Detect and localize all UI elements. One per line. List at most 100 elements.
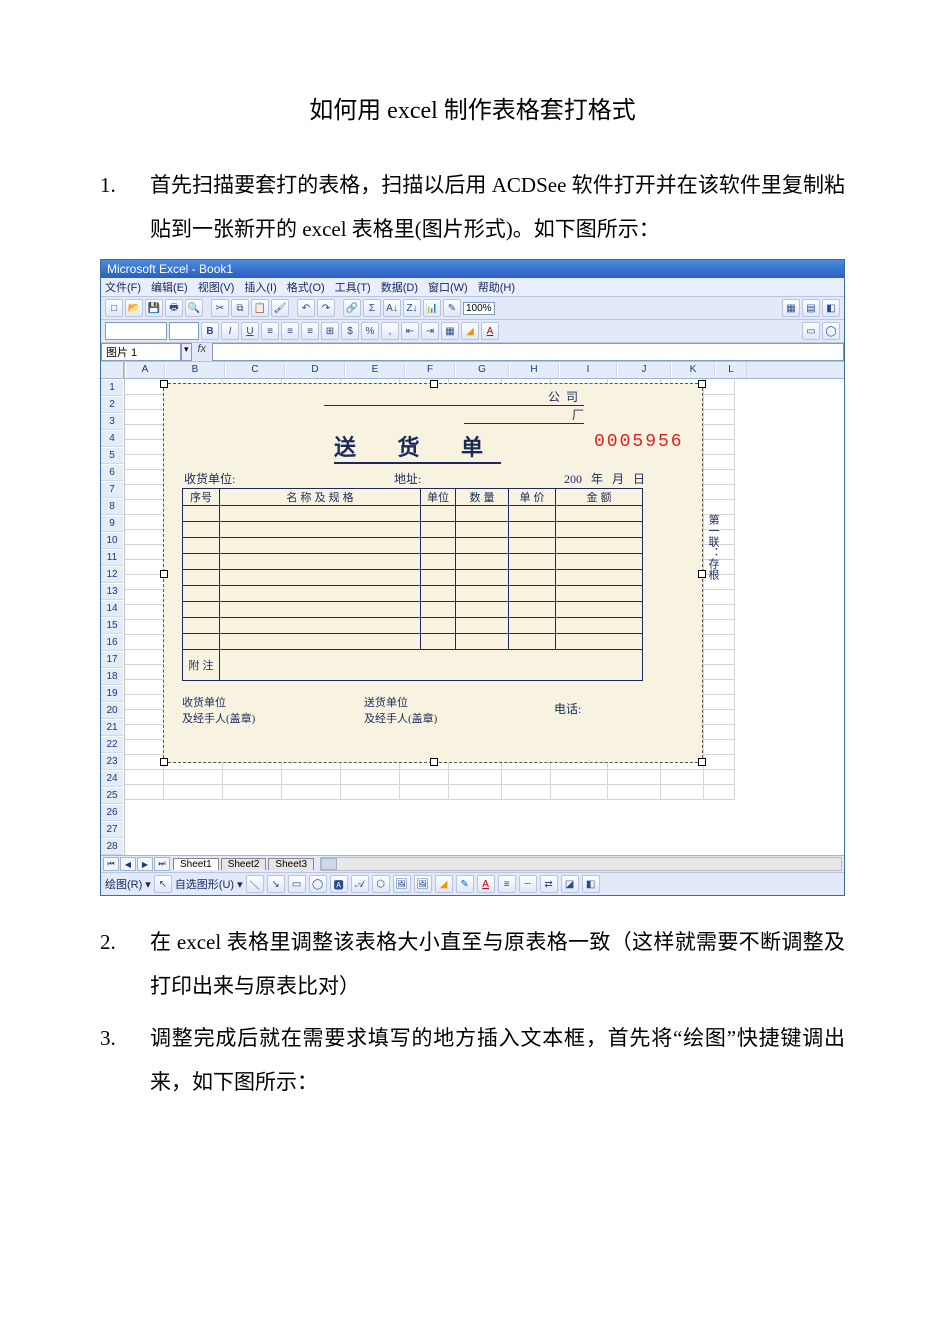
tab-sheet2[interactable]: Sheet2 (221, 858, 267, 870)
col-header-F[interactable]: F (405, 362, 455, 378)
row-header-27[interactable]: 27 (101, 821, 123, 838)
row-header-4[interactable]: 4 (101, 430, 123, 447)
drawing-toggle-icon[interactable]: ✎ (443, 299, 461, 317)
align-center-icon[interactable]: ≡ (281, 322, 299, 340)
row-header-2[interactable]: 2 (101, 396, 123, 413)
merge-icon[interactable]: ⊞ (321, 322, 339, 340)
extra2-icon-2[interactable]: ◯ (822, 322, 840, 340)
horizontal-scrollbar[interactable] (320, 857, 842, 871)
align-left-icon[interactable]: ≡ (261, 322, 279, 340)
save-icon[interactable]: 💾 (145, 299, 163, 317)
picture-icon[interactable]: 🖼 (414, 875, 432, 893)
row-header-23[interactable]: 23 (101, 753, 123, 770)
extra-icon-1[interactable]: ▦ (782, 299, 800, 317)
row-header-26[interactable]: 26 (101, 804, 123, 821)
menu-bar[interactable]: 文件(F) 编辑(E) 视图(V) 插入(I) 格式(O) 工具(T) 数据(D… (101, 278, 844, 297)
clipart-icon[interactable]: 🖼 (393, 875, 411, 893)
name-box[interactable]: 图片 1 (101, 343, 181, 361)
col-header-J[interactable]: J (617, 362, 671, 378)
font-size-box[interactable] (169, 322, 199, 340)
fill-color-draw-icon[interactable]: ◢ (435, 875, 453, 893)
row-header-6[interactable]: 6 (101, 464, 123, 481)
col-header-H[interactable]: H (509, 362, 559, 378)
select-objects-icon[interactable]: ↖ (154, 875, 172, 893)
extra2-icon-1[interactable]: ▭ (802, 322, 820, 340)
tab-nav-last-icon[interactable]: ⏭ (154, 857, 170, 871)
diagram-icon[interactable]: ⬡ (372, 875, 390, 893)
menu-edit[interactable]: 编辑(E) (151, 279, 188, 295)
tab-nav-next-icon[interactable]: ▶ (137, 857, 153, 871)
row-header-11[interactable]: 11 (101, 549, 123, 566)
formula-input[interactable] (212, 343, 844, 361)
col-header-A[interactable]: A (125, 362, 165, 378)
autoshapes-menu[interactable]: 自选图形(U) (175, 876, 234, 892)
row-header-3[interactable]: 3 (101, 413, 123, 430)
line-icon[interactable]: ＼ (246, 875, 264, 893)
align-right-icon[interactable]: ≡ (301, 322, 319, 340)
indent-inc-icon[interactable]: ⇥ (421, 322, 439, 340)
row-header-9[interactable]: 9 (101, 515, 123, 532)
namebox-dropdown-icon[interactable]: ▾ (181, 343, 192, 361)
extra-icon-2[interactable]: ▤ (802, 299, 820, 317)
row-header-22[interactable]: 22 (101, 736, 123, 753)
3d-icon[interactable]: ◧ (582, 875, 600, 893)
row-header-12[interactable]: 12 (101, 566, 123, 583)
tab-sheet1[interactable]: Sheet1 (173, 858, 219, 870)
tab-nav-prev-icon[interactable]: ◀ (120, 857, 136, 871)
wordart-icon[interactable]: 𝒜 (351, 875, 369, 893)
redo-icon[interactable]: ↷ (317, 299, 335, 317)
row-header-14[interactable]: 14 (101, 600, 123, 617)
col-header-E[interactable]: E (345, 362, 405, 378)
dash-style-icon[interactable]: ┄ (519, 875, 537, 893)
percent-icon[interactable]: % (361, 322, 379, 340)
row-header-10[interactable]: 10 (101, 532, 123, 549)
zoom-box[interactable]: 100% (463, 302, 495, 315)
extra-icon-3[interactable]: ◧ (822, 299, 840, 317)
textbox-icon[interactable]: 🅰 (330, 875, 348, 893)
menu-format[interactable]: 格式(O) (287, 279, 325, 295)
font-color-draw-icon[interactable]: A (477, 875, 495, 893)
print-icon[interactable]: 🖶 (165, 299, 183, 317)
row-header-15[interactable]: 15 (101, 617, 123, 634)
row-header-17[interactable]: 17 (101, 651, 123, 668)
row-header-16[interactable]: 16 (101, 634, 123, 651)
arrow-icon[interactable]: ↘ (267, 875, 285, 893)
pasted-form-image[interactable]: 公司 厂 送 货 单 0005956 收货单位: 地址: (163, 383, 703, 763)
col-header-C[interactable]: C (225, 362, 285, 378)
shadow-icon[interactable]: ◪ (561, 875, 579, 893)
copy-icon[interactable]: ⧉ (231, 299, 249, 317)
col-header-D[interactable]: D (285, 362, 345, 378)
fill-color-icon[interactable]: ◢ (461, 322, 479, 340)
line-style-icon[interactable]: ≡ (498, 875, 516, 893)
preview-icon[interactable]: 🔍 (185, 299, 203, 317)
menu-help[interactable]: 帮助(H) (478, 279, 515, 295)
comma-icon[interactable]: , (381, 322, 399, 340)
col-header-I[interactable]: I (559, 362, 617, 378)
row-header-5[interactable]: 5 (101, 447, 123, 464)
cut-icon[interactable]: ✂ (211, 299, 229, 317)
chart-icon[interactable]: 📊 (423, 299, 441, 317)
row-header-20[interactable]: 20 (101, 702, 123, 719)
font-name-box[interactable] (105, 322, 167, 340)
sort-asc-icon[interactable]: A↓ (383, 299, 401, 317)
row-header-21[interactable]: 21 (101, 719, 123, 736)
select-all-corner[interactable] (101, 362, 124, 379)
bold-icon[interactable]: B (201, 322, 219, 340)
col-header-G[interactable]: G (455, 362, 509, 378)
undo-icon[interactable]: ↶ (297, 299, 315, 317)
col-header-B[interactable]: B (165, 362, 225, 378)
row-header-19[interactable]: 19 (101, 685, 123, 702)
autosum-icon[interactable]: Σ (363, 299, 381, 317)
sort-desc-icon[interactable]: Z↓ (403, 299, 421, 317)
menu-view[interactable]: 视图(V) (198, 279, 235, 295)
new-icon[interactable]: □ (105, 299, 123, 317)
paste-icon[interactable]: 📋 (251, 299, 269, 317)
row-header-25[interactable]: 25 (101, 787, 123, 804)
currency-icon[interactable]: $ (341, 322, 359, 340)
underline-icon[interactable]: U (241, 322, 259, 340)
row-header-8[interactable]: 8 (101, 498, 123, 515)
row-header-18[interactable]: 18 (101, 668, 123, 685)
indent-dec-icon[interactable]: ⇤ (401, 322, 419, 340)
row-header-1[interactable]: 1 (101, 379, 123, 396)
line-color-icon[interactable]: ✎ (456, 875, 474, 893)
